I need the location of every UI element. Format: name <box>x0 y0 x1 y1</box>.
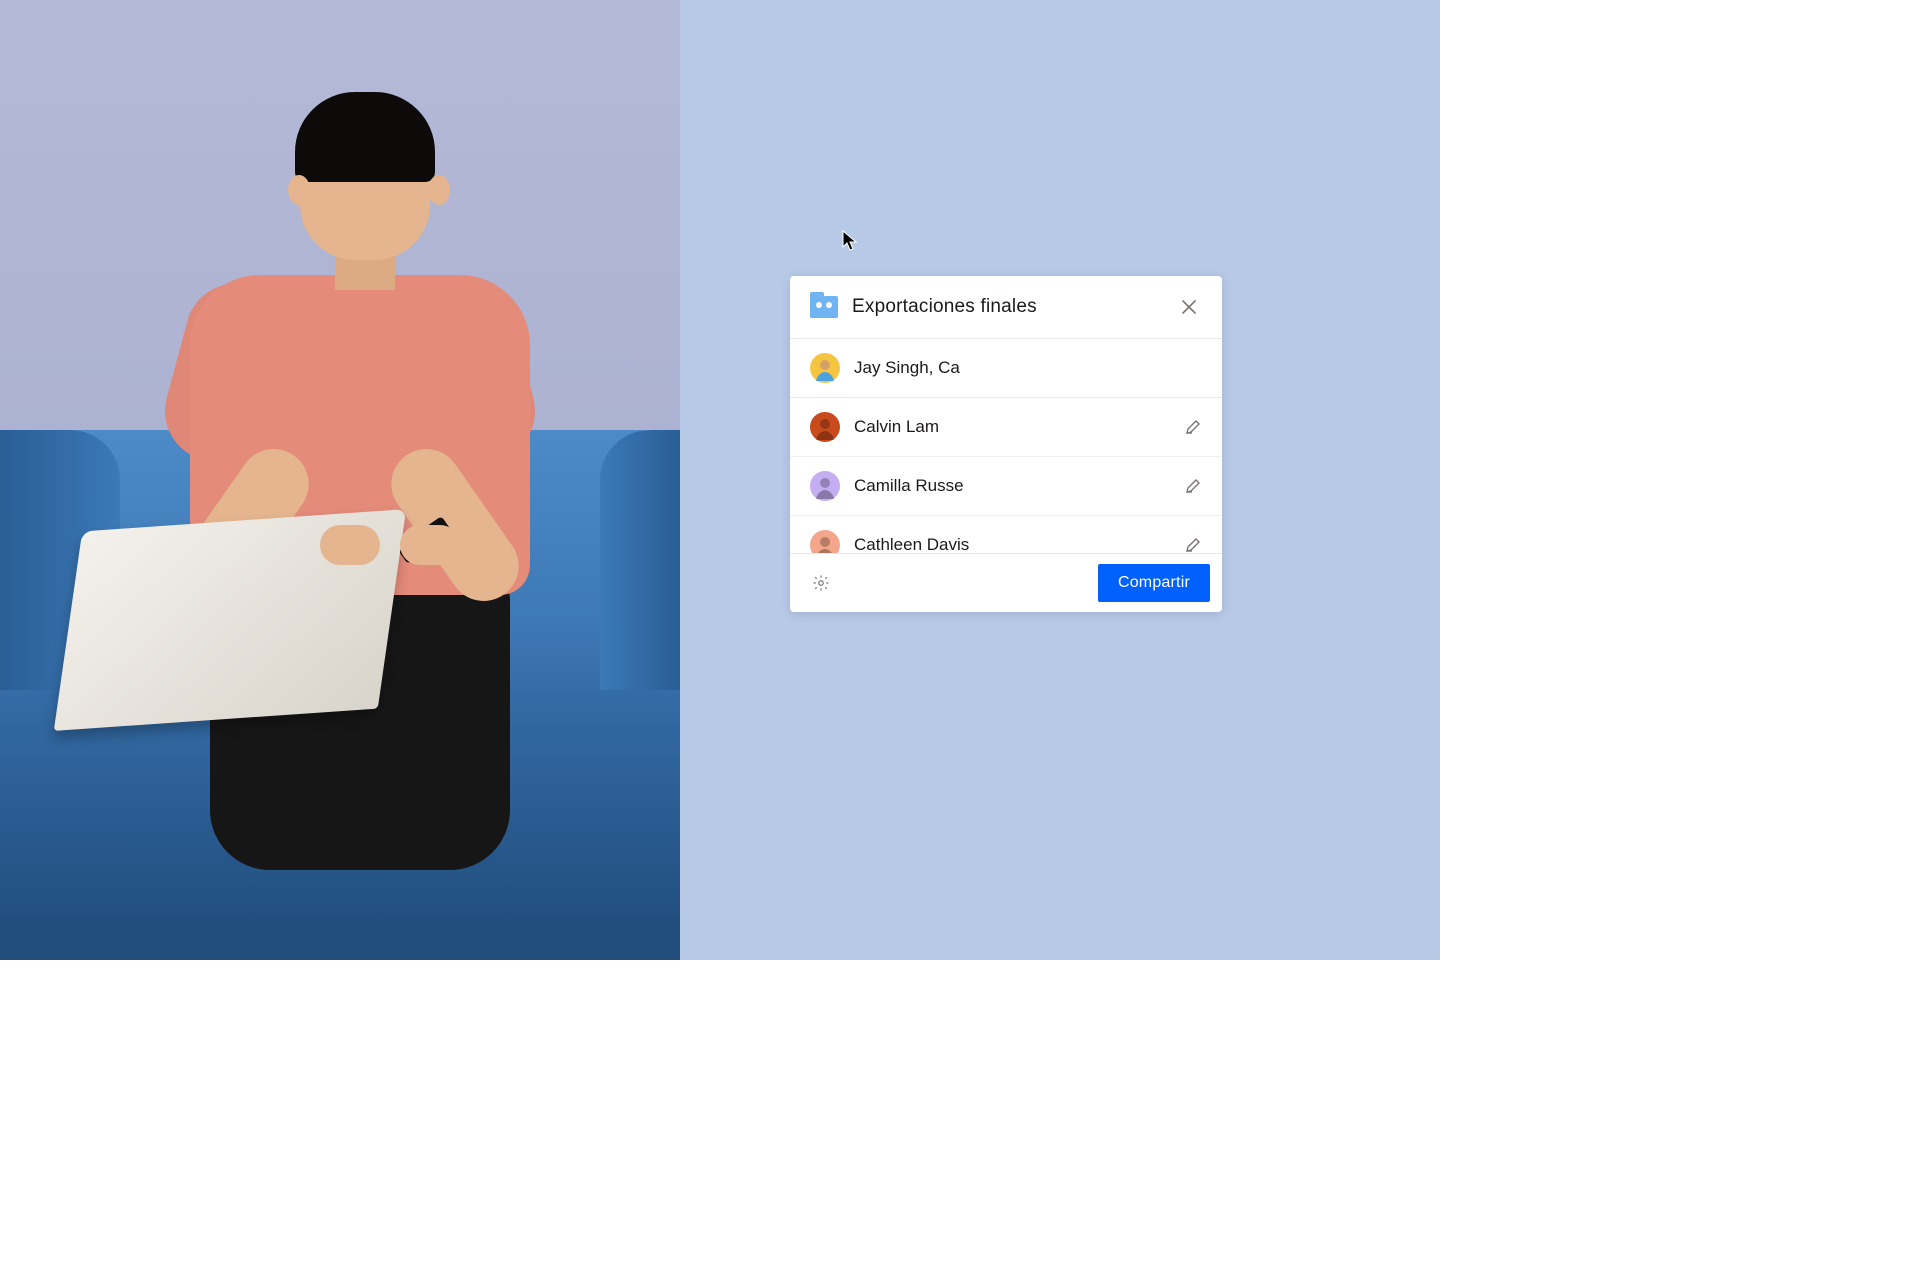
hero-photo <box>0 0 680 960</box>
edit-permission-button[interactable] <box>1182 416 1204 438</box>
suggestion-name: Camilla Russe <box>854 476 1168 496</box>
avatar <box>810 412 840 442</box>
edit-permission-button[interactable] <box>1182 534 1204 553</box>
share-button[interactable]: Compartir <box>1098 564 1210 602</box>
settings-button[interactable] <box>808 570 834 596</box>
close-button[interactable] <box>1174 292 1204 322</box>
share-recipients-input[interactable] <box>854 358 1204 378</box>
suggestion-row[interactable]: Cathleen Davis <box>790 516 1222 553</box>
demo-canvas: Exportaciones finales Calvin Lam Camilla … <box>680 0 1440 960</box>
suggestion-row[interactable]: Camilla Russe <box>790 457 1222 516</box>
gear-icon <box>812 574 830 592</box>
avatar <box>810 353 840 383</box>
close-icon <box>1182 300 1196 314</box>
cursor-icon <box>842 230 858 252</box>
couch-cushion <box>600 430 680 690</box>
edit-permission-button[interactable] <box>1182 475 1204 497</box>
suggestions-list: Calvin Lam Camilla Russe Cathleen Davis <box>790 398 1222 553</box>
dialog-footer: Compartir <box>790 553 1222 612</box>
avatar <box>810 471 840 501</box>
pencil-icon <box>1185 419 1201 435</box>
shared-folder-icon <box>810 296 838 318</box>
suggestion-name: Calvin Lam <box>854 417 1168 437</box>
share-dialog: Exportaciones finales Calvin Lam Camilla … <box>790 276 1222 612</box>
share-input-row <box>790 339 1222 398</box>
person-on-laptop <box>150 100 550 800</box>
suggestion-name: Cathleen Davis <box>854 535 1168 553</box>
suggestion-row[interactable]: Calvin Lam <box>790 398 1222 457</box>
dialog-title: Exportaciones finales <box>852 296 1160 318</box>
pencil-icon <box>1185 478 1201 494</box>
pencil-icon <box>1185 537 1201 553</box>
dialog-header: Exportaciones finales <box>790 276 1222 339</box>
avatar <box>810 530 840 553</box>
